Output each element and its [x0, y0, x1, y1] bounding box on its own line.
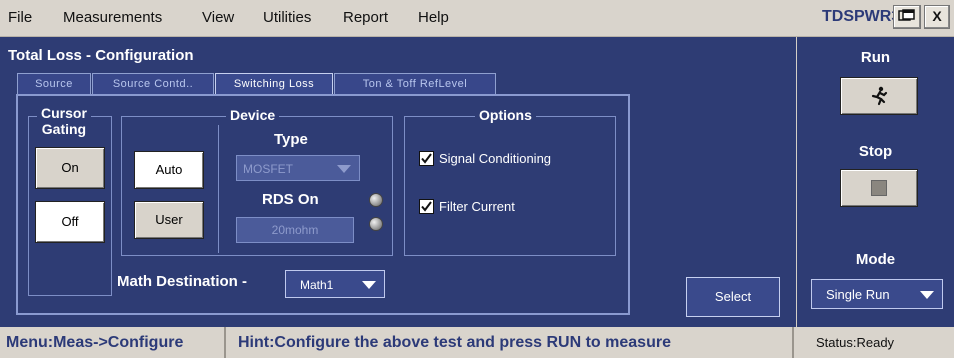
knob-icon[interactable]	[369, 217, 383, 231]
cursor-gating-label-line1: Cursor	[41, 105, 87, 121]
rds-on-label: RDS On	[262, 191, 319, 208]
knob-icon[interactable]	[369, 193, 383, 207]
menu-view[interactable]: View	[202, 9, 234, 26]
menu-file[interactable]: File	[8, 9, 32, 26]
signal-conditioning-label: Signal Conditioning	[439, 151, 552, 166]
mode-value: Single Run	[826, 287, 890, 302]
select-button[interactable]: Select	[686, 277, 780, 317]
device-auto-button[interactable]: Auto	[134, 151, 204, 189]
device-type-dropdown[interactable]: MOSFET	[236, 155, 360, 181]
menu-measurements[interactable]: Measurements	[63, 9, 162, 26]
tab-source-contd[interactable]: Source Contd..	[92, 73, 214, 94]
rds-on-field[interactable]: 20mohm	[236, 217, 354, 243]
cursor-gating-off-button[interactable]: Off	[35, 201, 105, 243]
device-group: Device Auto User Type MOSFET RDS On 20mo…	[121, 107, 393, 256]
mode-label: Mode	[855, 251, 896, 268]
panel-title: Total Loss - Configuration	[8, 47, 194, 64]
close-button[interactable]: X	[924, 5, 950, 29]
filter-current-label: Filter Current	[439, 199, 515, 214]
status-state: Status:Ready	[816, 335, 895, 350]
status-bar: Menu:Meas->Configure Hint:Configure the …	[0, 327, 954, 358]
options-label: Options	[475, 107, 536, 123]
device-label: Device	[226, 107, 280, 123]
device-type-label: Type	[274, 131, 308, 148]
cursor-gating-label: Cursor Gating	[37, 105, 91, 137]
filter-current-checkbox[interactable]	[419, 199, 434, 214]
menu-utilities[interactable]: Utilities	[263, 9, 311, 26]
menu-help[interactable]: Help	[418, 9, 449, 26]
stop-icon	[871, 180, 887, 196]
cursor-gating-group: Cursor Gating On Off	[28, 105, 112, 296]
chevron-down-icon	[362, 281, 376, 289]
stop-label: Stop	[858, 143, 893, 160]
chevron-down-icon	[337, 165, 351, 173]
menu-bar: File Measurements View Utilities Report …	[0, 0, 954, 37]
status-hint: Hint:Configure the above test and press …	[228, 327, 794, 358]
tab-switching-loss[interactable]: Switching Loss	[215, 73, 333, 94]
math-destination-dropdown[interactable]: Math1	[285, 270, 385, 298]
run-label: Run	[860, 49, 891, 66]
run-button[interactable]	[840, 77, 918, 115]
math-destination-label: Math Destination -	[117, 273, 247, 290]
restore-window-icon[interactable]	[893, 5, 921, 29]
chevron-down-icon	[920, 291, 934, 299]
status-menu-path: Menu:Meas->Configure	[0, 327, 226, 358]
device-user-button[interactable]: User	[134, 201, 204, 239]
configuration-panel: Total Loss - Configuration Source Source…	[0, 37, 796, 327]
app-name: TDSPWR3	[822, 8, 901, 25]
tab-source[interactable]: Source	[17, 73, 91, 94]
device-divider	[218, 125, 219, 253]
math-destination-value: Math1	[300, 278, 334, 292]
running-man-icon	[871, 86, 888, 106]
control-panel: Run Stop Mode Single Run	[797, 37, 954, 327]
cursor-gating-label-line2: Gating	[41, 121, 87, 137]
tab-ton-toff-reflevel[interactable]: Ton & Toff RefLevel	[334, 73, 496, 94]
menu-report[interactable]: Report	[343, 9, 388, 26]
tab-content: Cursor Gating On Off Device Auto User Ty…	[16, 94, 630, 315]
mode-dropdown[interactable]: Single Run	[811, 279, 943, 309]
stop-button[interactable]	[840, 169, 918, 207]
signal-conditioning-checkbox[interactable]	[419, 151, 434, 166]
options-group: Options Signal Conditioning Filter Curre…	[404, 107, 616, 256]
device-type-value: MOSFET	[243, 162, 293, 176]
cursor-gating-on-button[interactable]: On	[35, 147, 105, 189]
